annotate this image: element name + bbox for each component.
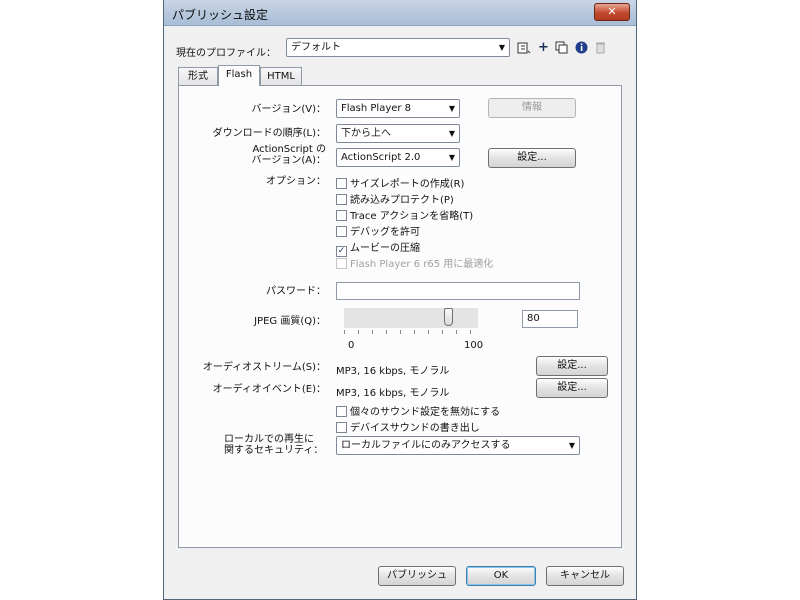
actionscript-label: ActionScript の バージョン(A)： bbox=[252, 144, 326, 166]
chevron-down-icon: ▼ bbox=[448, 129, 455, 138]
profile-select[interactable]: デフォルト ▼ bbox=[286, 38, 510, 57]
info-icon[interactable] bbox=[574, 40, 589, 55]
tab-html[interactable]: HTML bbox=[260, 67, 302, 86]
load-order-value: 下から上へ bbox=[341, 128, 391, 139]
option-label: 個々のサウンド設定を無効にする bbox=[350, 407, 501, 418]
ok-button[interactable]: OK bbox=[466, 566, 536, 586]
password-label: パスワード： bbox=[266, 286, 326, 297]
profile-label: 現在のプロファイル： bbox=[176, 48, 276, 59]
jpeg-quality-label: JPEG 画質(Q)： bbox=[254, 316, 326, 327]
options-label: オプション： bbox=[266, 176, 326, 187]
option-override-sound[interactable]: 個々のサウンド設定を無効にする bbox=[336, 403, 501, 418]
duplicate-icon[interactable] bbox=[554, 40, 569, 55]
actionscript-label-line2: バージョン(A)： bbox=[251, 155, 326, 166]
import-export-icon[interactable] bbox=[516, 40, 531, 55]
audio-event-value: MP3, 16 kbps, モノラル bbox=[336, 388, 450, 399]
version-select[interactable]: Flash Player 8 ▼ bbox=[336, 99, 460, 118]
option-omit-trace[interactable]: Trace アクションを省略(T) bbox=[336, 207, 474, 222]
option-label: デバッグを許可 bbox=[350, 227, 420, 238]
actionscript-label-line1: ActionScript の bbox=[252, 144, 326, 155]
title-bar[interactable]: パブリッシュ設定 ✕ bbox=[164, 0, 636, 26]
close-button[interactable]: ✕ bbox=[594, 3, 630, 21]
password-input[interactable] bbox=[336, 282, 580, 300]
option-label: サイズレポートの作成(R) bbox=[350, 179, 465, 190]
checkbox[interactable] bbox=[336, 210, 347, 221]
cancel-button[interactable]: キャンセル bbox=[546, 566, 624, 586]
jpeg-quality-slider[interactable] bbox=[344, 308, 478, 334]
security-label: ローカルでの再生に 関するセキュリティ： bbox=[224, 434, 323, 456]
jpeg-quality-input[interactable]: 80 bbox=[522, 310, 578, 328]
checkbox[interactable] bbox=[336, 194, 347, 205]
chevron-down-icon: ▼ bbox=[448, 153, 455, 162]
option-permit-debugging[interactable]: デバッグを許可 bbox=[336, 223, 420, 238]
security-value: ローカルファイルにのみアクセスする bbox=[341, 440, 511, 451]
audio-stream-value: MP3, 16 kbps, モノラル bbox=[336, 366, 450, 377]
trash-icon[interactable] bbox=[593, 40, 608, 55]
publish-button[interactable]: パブリッシュ bbox=[378, 566, 456, 586]
chevron-down-icon: ▼ bbox=[498, 43, 505, 52]
security-select[interactable]: ローカルファイルにのみアクセスする ▼ bbox=[336, 436, 580, 455]
security-label-line1: ローカルでの再生に bbox=[224, 434, 314, 445]
chevron-down-icon: ▼ bbox=[568, 441, 575, 450]
audio-event-settings-button[interactable]: 設定... bbox=[536, 378, 608, 398]
publish-settings-dialog: パブリッシュ設定 ✕ 現在のプロファイル： デフォルト ▼ + 形式 Flash… bbox=[163, 0, 637, 600]
tab-flash[interactable]: Flash bbox=[218, 65, 260, 86]
window-title: パブリッシュ設定 bbox=[172, 8, 269, 22]
tab-label: HTML bbox=[267, 71, 295, 82]
button-label: 設定... bbox=[517, 152, 547, 163]
chevron-down-icon: ▼ bbox=[448, 104, 455, 113]
jpeg-min-label: 0 bbox=[348, 340, 355, 351]
option-label: 読み込みプロテクト(P) bbox=[350, 195, 454, 206]
slider-thumb[interactable] bbox=[444, 308, 453, 326]
button-label: パブリッシュ bbox=[387, 570, 447, 581]
tab-formats[interactable]: 形式 bbox=[178, 67, 218, 86]
actionscript-value: ActionScript 2.0 bbox=[341, 152, 421, 163]
option-optimize-player6: Flash Player 6 r65 用に最適化 bbox=[336, 255, 494, 270]
option-size-report[interactable]: サイズレポートの作成(R) bbox=[336, 175, 465, 190]
load-order-select[interactable]: 下から上へ ▼ bbox=[336, 124, 460, 143]
security-label-line2: 関するセキュリティ： bbox=[224, 445, 324, 456]
actionscript-select[interactable]: ActionScript 2.0 ▼ bbox=[336, 148, 460, 167]
option-protect-import[interactable]: 読み込みプロテクト(P) bbox=[336, 191, 454, 206]
actionscript-settings-button[interactable]: 設定... bbox=[488, 148, 576, 168]
button-label: キャンセル bbox=[560, 570, 610, 581]
checkbox[interactable] bbox=[336, 422, 347, 433]
button-label: 設定... bbox=[557, 382, 587, 393]
checkbox[interactable] bbox=[336, 226, 347, 237]
jpeg-quality-value: 80 bbox=[527, 313, 540, 324]
add-icon[interactable]: + bbox=[536, 40, 551, 55]
version-value: Flash Player 8 bbox=[341, 103, 412, 114]
audio-stream-label: オーディオストリーム(S)： bbox=[202, 362, 326, 373]
option-label: ムービーの圧縮 bbox=[350, 243, 420, 254]
checkbox[interactable] bbox=[336, 406, 347, 417]
option-label: Trace アクションを省略(T) bbox=[350, 211, 474, 222]
close-icon: ✕ bbox=[607, 5, 617, 18]
jpeg-max-label: 100 bbox=[464, 340, 484, 351]
tab-label: Flash bbox=[225, 69, 253, 80]
tab-label: 形式 bbox=[188, 71, 208, 82]
version-info-button[interactable]: 情報 bbox=[488, 98, 576, 118]
option-label: Flash Player 6 r65 用に最適化 bbox=[350, 259, 494, 270]
option-compress-movie[interactable]: ✓ ムービーの圧縮 bbox=[336, 239, 420, 257]
slider-ticks bbox=[344, 330, 478, 334]
checkbox[interactable] bbox=[336, 178, 347, 189]
checkbox bbox=[336, 258, 347, 269]
button-label: OK bbox=[493, 570, 509, 581]
option-export-device-sounds[interactable]: デバイスサウンドの書き出し bbox=[336, 419, 480, 434]
button-label: 設定... bbox=[557, 360, 587, 371]
option-label: デバイスサウンドの書き出し bbox=[350, 423, 480, 434]
load-order-label: ダウンロードの順序(L)： bbox=[212, 128, 326, 139]
profile-value: デフォルト bbox=[291, 42, 341, 53]
audio-event-label: オーディオイベント(E)： bbox=[212, 384, 326, 395]
button-label: 情報 bbox=[522, 102, 542, 113]
audio-stream-settings-button[interactable]: 設定... bbox=[536, 356, 608, 376]
version-label: バージョン(V)： bbox=[251, 104, 326, 115]
